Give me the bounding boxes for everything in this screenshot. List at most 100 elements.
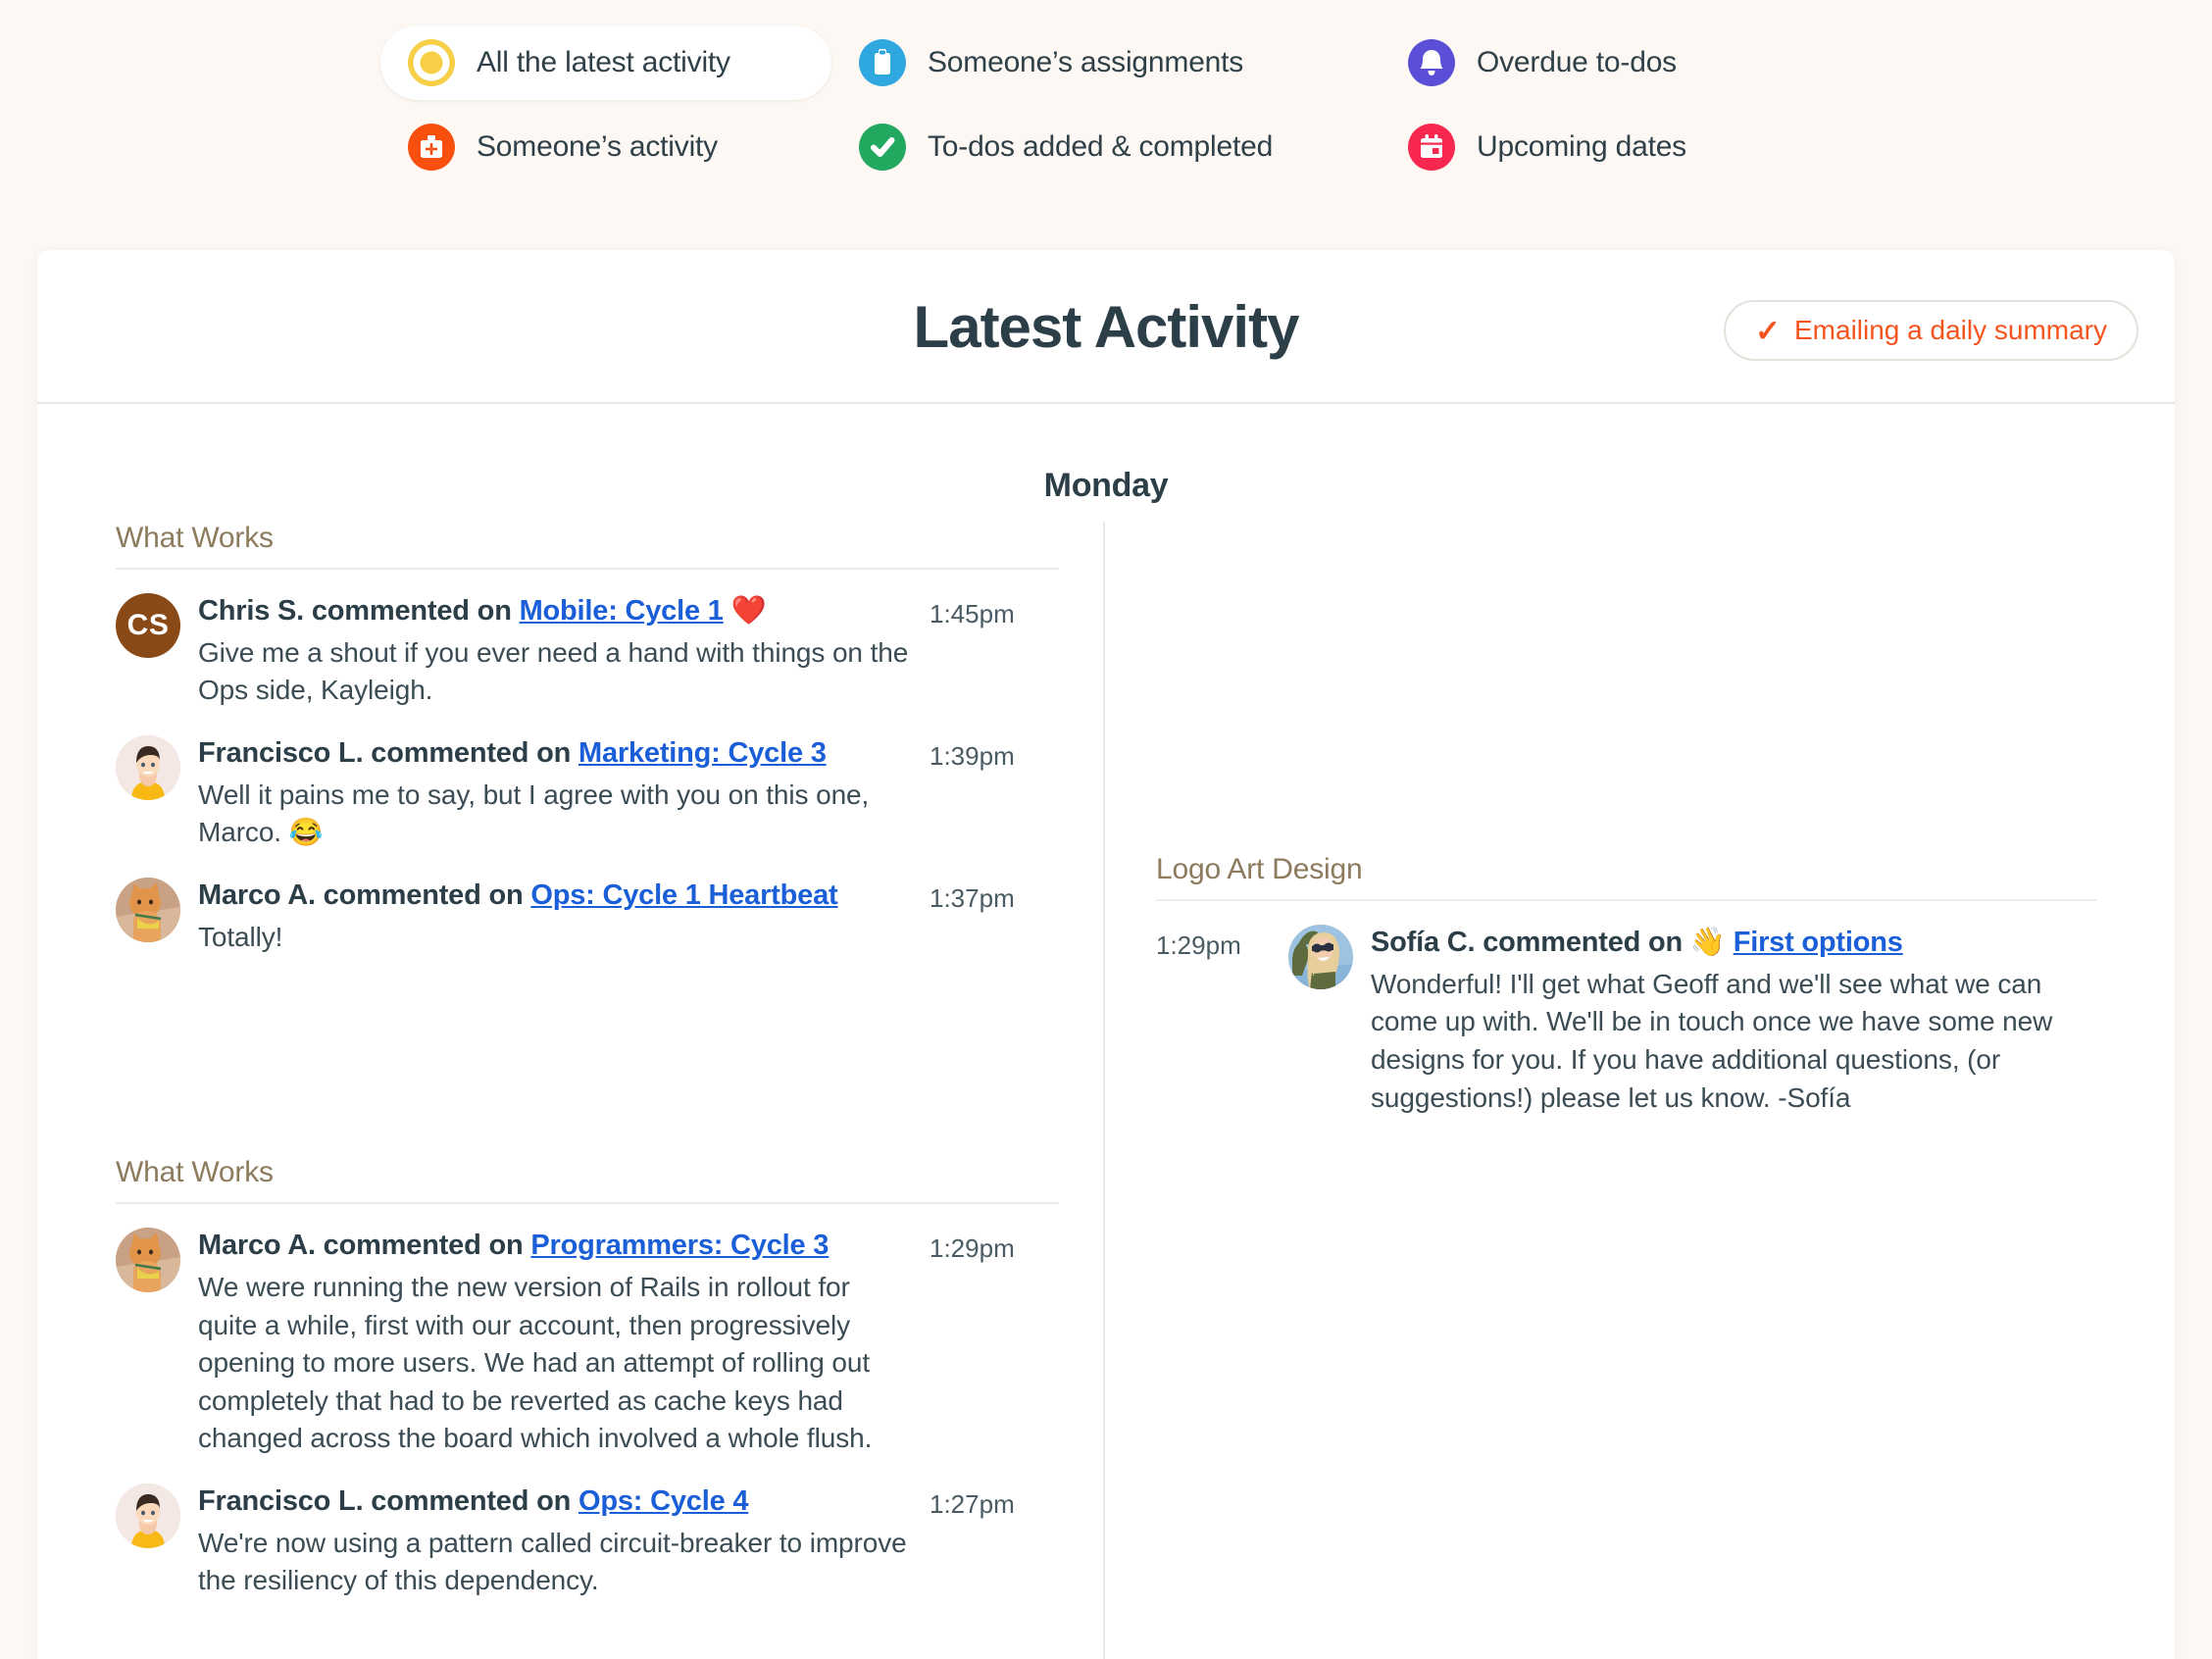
activity-column-left: What Works CS Chris S. commented on Mobi…: [37, 522, 1105, 1659]
nav-item-upcoming-dates[interactable]: Upcoming dates: [1381, 110, 1792, 184]
divider: [1156, 899, 2096, 901]
activity-target-link[interactable]: Marketing: Cycle 3: [578, 737, 827, 769]
bell-icon: [1408, 39, 1455, 86]
nav-item-todos-added-completed[interactable]: To-dos added & completed: [831, 110, 1381, 184]
activity-columns: What Works CS Chris S. commented on Mobi…: [37, 522, 2175, 1659]
activity-entry-time: 1:39pm: [930, 740, 1015, 771]
actor-name: Sofía C.: [1371, 927, 1476, 958]
avatar: CS: [116, 593, 180, 658]
column-spacer: [116, 981, 1059, 1156]
avatar: [116, 734, 180, 800]
activity-entry-text: We were running the new version of Rails…: [198, 1271, 873, 1454]
activity-entry-text: Give me a shout if you ever need a hand …: [198, 636, 909, 706]
activity-group: What Works CS Chris S. commented on Mobi…: [116, 522, 1059, 956]
nav-item-all-latest-activity[interactable]: All the latest activity: [380, 25, 831, 100]
cat-photo-avatar: [116, 1228, 180, 1293]
avatar: [116, 1483, 180, 1548]
activity-entry[interactable]: Francisco L. commented on Ops: Cycle 4 W…: [116, 1483, 1059, 1600]
clock-icon: [408, 39, 455, 86]
action-verb: commented on: [311, 595, 512, 627]
check-icon: ✓: [1755, 313, 1781, 348]
activity-target-link[interactable]: Programmers: Cycle 3: [530, 1230, 829, 1261]
activity-entry-headline: Marco A. commented on Programmers: Cycle…: [198, 1228, 912, 1265]
activity-group: Logo Art Design 1:29pm Sofía C. commente…: [1156, 853, 2096, 1117]
activity-group: What Works Marco A. commented on Program…: [116, 1156, 1059, 1600]
activity-entry-body: Sofía C. commented on 👋 First options Wo…: [1353, 925, 2096, 1117]
calendar-icon: [1408, 124, 1455, 171]
activity-group-title: Logo Art Design: [1156, 853, 1363, 885]
actor-name: Marco A.: [198, 879, 316, 911]
activity-entry-headline: Chris S. commented on Mobile: Cycle 1 ❤️: [198, 593, 912, 630]
activity-entry-body: Marco A. commented on Ops: Cycle 1 Heart…: [180, 878, 930, 956]
actor-name: Francisco L.: [198, 736, 364, 769]
activity-entry-text: We're now using a pattern called circuit…: [198, 1527, 907, 1596]
woman-photo-avatar: [1288, 925, 1353, 989]
nav-item-someones-activity[interactable]: Someone’s activity: [380, 110, 831, 184]
clipboard-icon: [859, 39, 906, 86]
activity-entry-body: Francisco L. commented on Ops: Cycle 4 W…: [180, 1483, 930, 1600]
waving-hand-emoji: 👋: [1689, 927, 1726, 958]
activity-entry-headline: Marco A. commented on Ops: Cycle 1 Heart…: [198, 878, 912, 915]
activity-entry-text: Well it pains me to say, but I agree wit…: [198, 779, 870, 848]
activity-entry-text: Totally!: [198, 921, 283, 952]
actor-name: Francisco L.: [198, 1485, 364, 1517]
nav-item-label: Overdue to-dos: [1477, 46, 1677, 78]
activity-entry[interactable]: Marco A. commented on Ops: Cycle 1 Heart…: [116, 877, 1059, 956]
activity-entry-body: Francisco L. commented on Marketing: Cyc…: [180, 735, 930, 852]
avatar-initials: CS: [126, 609, 170, 641]
divider: [116, 1202, 1059, 1205]
column-spacer: [1156, 522, 2096, 853]
nav-slot-3: Overdue to-dos: [1381, 25, 1792, 100]
activity-entry[interactable]: Francisco L. commented on Marketing: Cyc…: [116, 734, 1059, 852]
action-verb: commented on: [1483, 927, 1684, 958]
emailing-daily-summary-label: Emailing a daily summary: [1794, 315, 2107, 345]
nav-slot-6: Upcoming dates: [1381, 110, 1792, 184]
activity-entry[interactable]: Marco A. commented on Programmers: Cycle…: [116, 1228, 1059, 1458]
illustrated-man-avatar: [116, 734, 180, 800]
avatar: [1288, 925, 1353, 989]
activity-entry-body: Chris S. commented on Mobile: Cycle 1 ❤️…: [180, 593, 930, 710]
action-verb: commented on: [371, 1485, 572, 1517]
card-header: Latest Activity ✓ Emailing a daily summa…: [37, 250, 2175, 404]
action-verb: commented on: [323, 879, 524, 911]
illustrated-man-avatar: [116, 1483, 180, 1548]
activity-target-link[interactable]: Mobile: Cycle 1: [520, 595, 724, 627]
activity-entry-headline: Francisco L. commented on Marketing: Cyc…: [198, 735, 912, 773]
activity-target-link[interactable]: Ops: Cycle 4: [578, 1485, 748, 1517]
avatar: [116, 877, 180, 942]
heart-emoji: ❤️: [730, 595, 767, 627]
nav-slot-4: Someone’s activity: [380, 110, 831, 184]
activity-entry-time: 1:37pm: [930, 882, 1015, 913]
actor-name: Marco A.: [198, 1230, 316, 1262]
nav-item-label: Someone’s activity: [477, 130, 718, 163]
latest-activity-card: Latest Activity ✓ Emailing a daily summa…: [37, 250, 2175, 1659]
activity-entry-time: 1:29pm: [1156, 930, 1241, 960]
emailing-daily-summary-button[interactable]: ✓ Emailing a daily summary: [1724, 300, 2138, 361]
nav-item-label: Someone’s assignments: [928, 46, 1244, 78]
nav-item-label: Upcoming dates: [1477, 130, 1686, 163]
nav-item-label: All the latest activity: [477, 46, 730, 78]
nav-slot-5: To-dos added & completed: [831, 110, 1381, 184]
activity-entry-text: Wonderful! I'll get what Geoff and we'll…: [1371, 968, 2053, 1113]
activity-target-link[interactable]: First options: [1734, 927, 1903, 958]
activity-entry-headline: Francisco L. commented on Ops: Cycle 4: [198, 1483, 912, 1521]
action-verb: commented on: [371, 736, 572, 769]
activity-entry-time: 1:27pm: [930, 1489, 1015, 1519]
activity-filter-nav: All the latest activity Someone’s assign…: [0, 0, 2212, 184]
nav-slot-1: All the latest activity: [380, 25, 831, 100]
nav-item-label: To-dos added & completed: [928, 130, 1274, 163]
activity-entry-headline: Sofía C. commented on 👋 First options: [1371, 925, 2079, 962]
divider: [116, 568, 1059, 570]
day-heading: Monday: [1043, 467, 1169, 504]
activity-entry[interactable]: CS Chris S. commented on Mobile: Cycle 1…: [116, 593, 1059, 710]
nav-item-someones-assignments[interactable]: Someone’s assignments: [831, 25, 1381, 100]
activity-entry-body: Marco A. commented on Programmers: Cycle…: [180, 1228, 930, 1458]
activity-target-link[interactable]: Ops: Cycle 1 Heartbeat: [530, 880, 837, 911]
cat-photo-avatar: [116, 877, 180, 942]
activity-entry[interactable]: 1:29pm Sofía C. commented on 👋 First opt…: [1156, 925, 2096, 1117]
activity-column-right: Logo Art Design 1:29pm Sofía C. commente…: [1105, 522, 2175, 1659]
nav-item-overdue-todos[interactable]: Overdue to-dos: [1381, 25, 1792, 100]
check-circle-icon: [859, 124, 906, 171]
activity-group-title: What Works: [116, 522, 274, 554]
nav-slot-2: Someone’s assignments: [831, 25, 1381, 100]
